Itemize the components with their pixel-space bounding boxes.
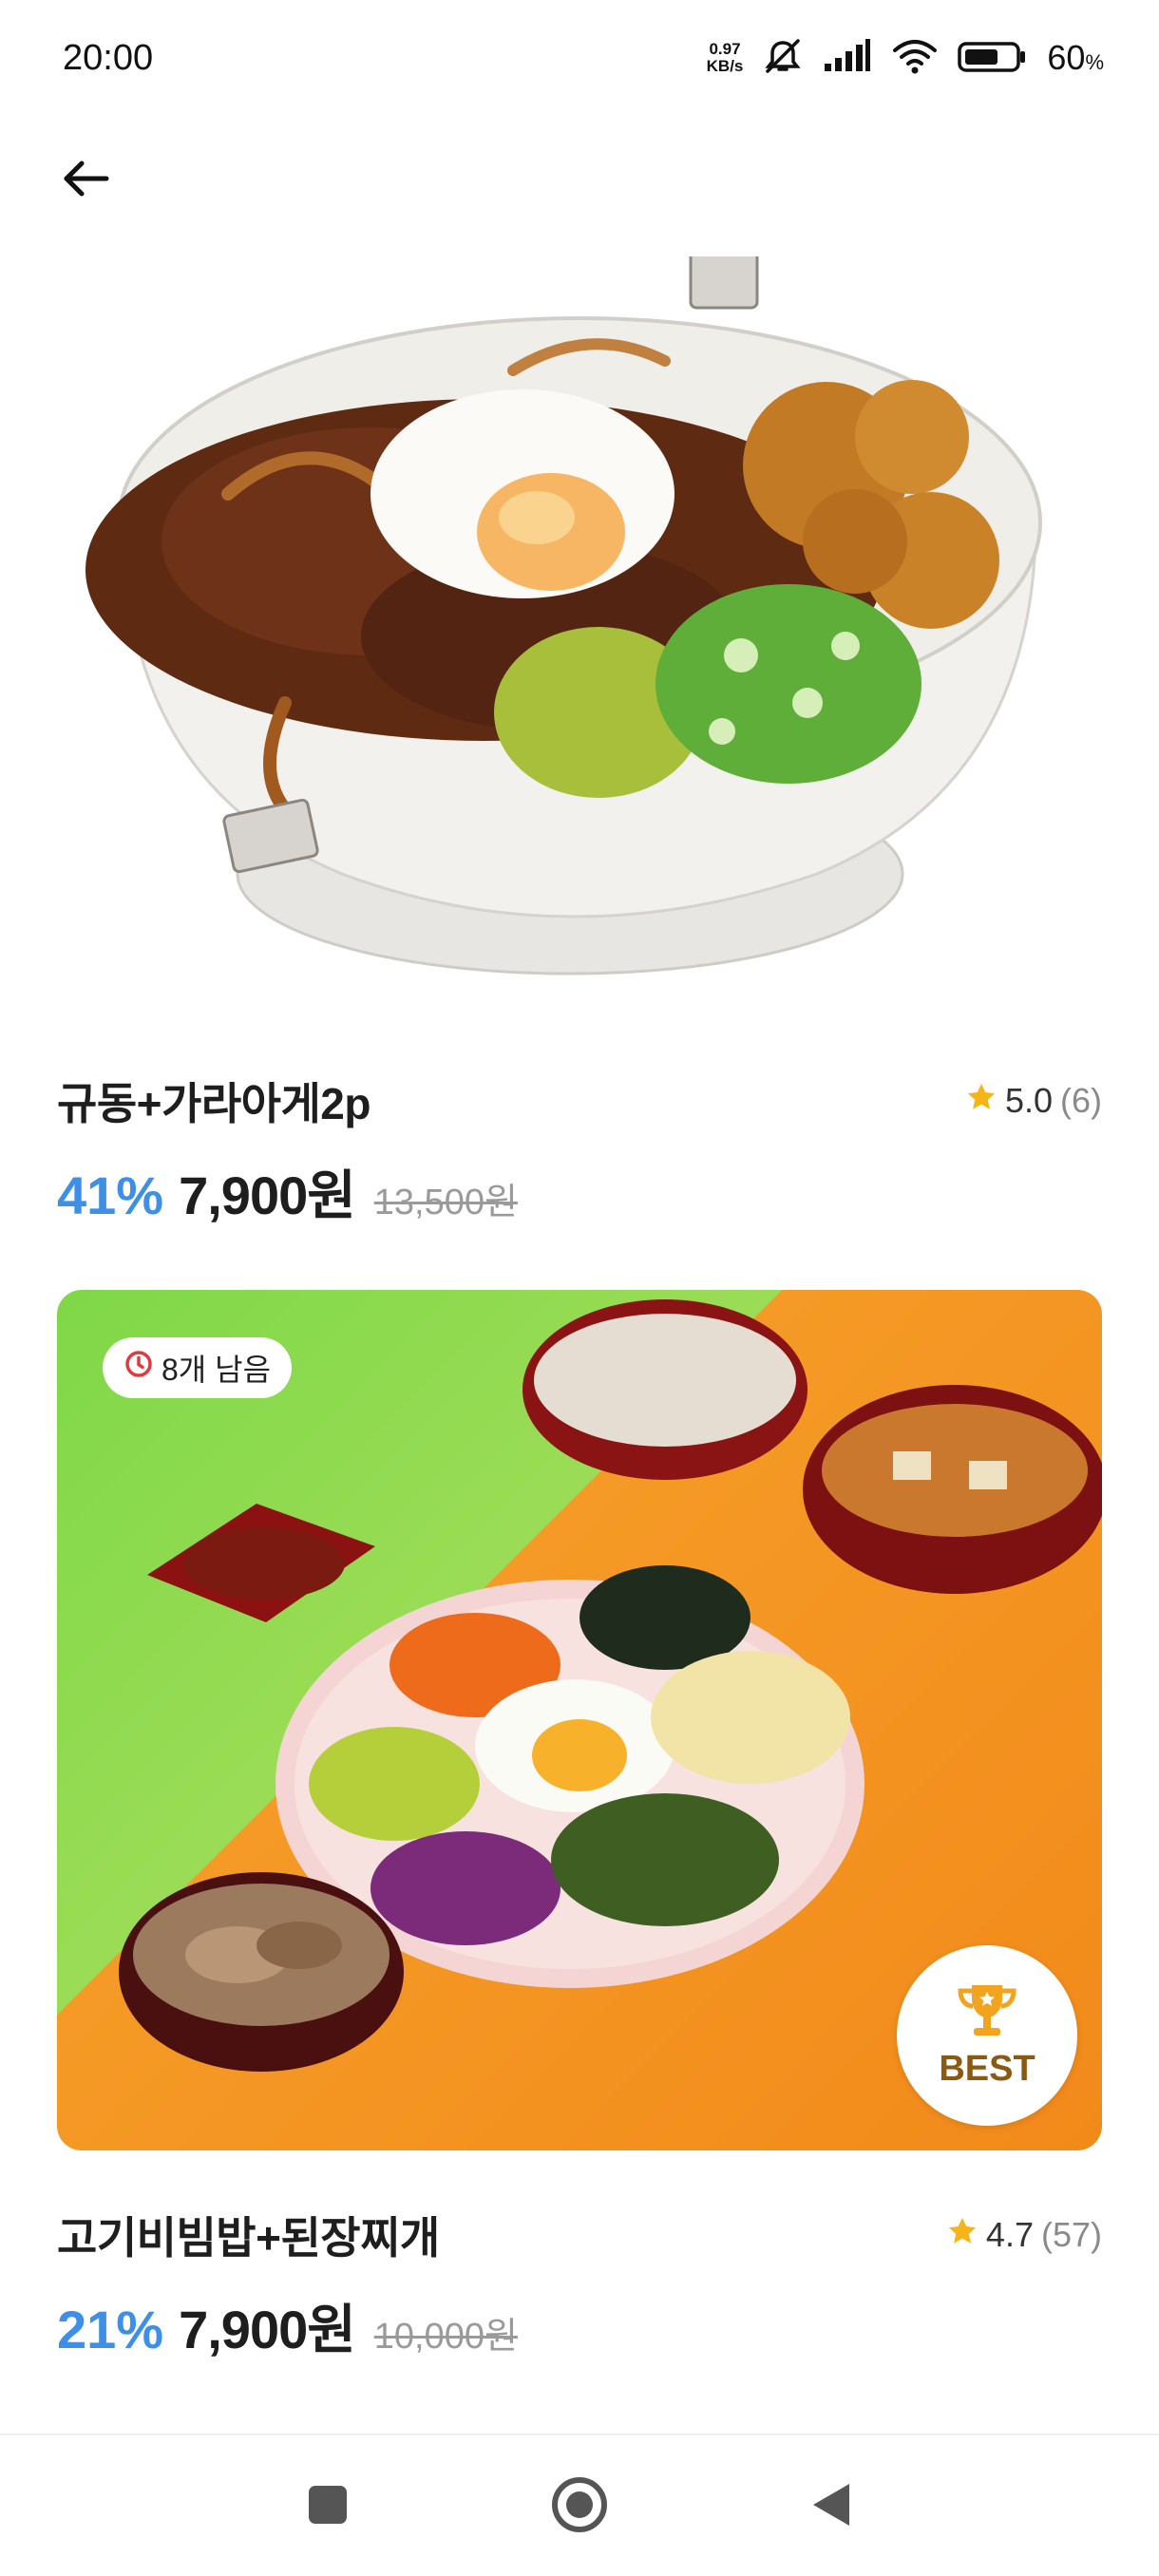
signal-icon bbox=[823, 37, 872, 80]
star-icon bbox=[946, 2215, 978, 2256]
status-icons: 0.97 KB/s 60% bbox=[707, 36, 1104, 80]
status-time: 20:00 bbox=[63, 38, 154, 78]
mute-icon bbox=[762, 37, 804, 80]
back-icon bbox=[809, 2481, 853, 2533]
product-title[interactable]: 고기비빔밥+된장찌개 bbox=[57, 2204, 440, 2266]
product-image-bibimbap[interactable]: 8개 남음 BEST bbox=[57, 1290, 1102, 2150]
rating-value: 4.7 bbox=[985, 2215, 1034, 2254]
price-row: 41% 7,900원 13,500원 bbox=[57, 1153, 1102, 1230]
system-nav-bar bbox=[0, 2435, 1159, 2576]
net-speed: 0.97 KB/s bbox=[707, 41, 744, 75]
status-bar: 20:00 0.97 KB/s 60% bbox=[0, 0, 1159, 122]
star-icon bbox=[965, 1081, 998, 1122]
battery-icon bbox=[958, 37, 1028, 80]
sale-price: 7,900원 bbox=[179, 1165, 356, 1225]
battery-percent: 60% bbox=[1047, 38, 1104, 78]
original-price: 10,000원 bbox=[373, 2317, 518, 2357]
recent-apps-icon bbox=[307, 2484, 349, 2530]
back-button[interactable] bbox=[59, 152, 135, 209]
trophy-icon bbox=[953, 1981, 1021, 2045]
sale-price: 7,900원 bbox=[179, 2300, 356, 2359]
best-badge: BEST bbox=[897, 1945, 1077, 2126]
discount-rate: 41% bbox=[57, 1165, 164, 1225]
battery-percent-unit: % bbox=[1085, 50, 1104, 74]
home-button[interactable] bbox=[537, 2464, 622, 2549]
original-price: 13,500원 bbox=[373, 1183, 518, 1222]
nav-back-button[interactable] bbox=[788, 2464, 874, 2549]
stock-badge: 8개 남음 bbox=[103, 1337, 293, 1398]
review-count: (6) bbox=[1060, 1081, 1102, 1120]
net-speed-value: 0.97 bbox=[709, 40, 741, 58]
product-rating: 5.0 (6) bbox=[965, 1081, 1102, 1122]
net-speed-unit: KB/s bbox=[706, 57, 744, 75]
best-label: BEST bbox=[939, 2049, 1036, 2089]
battery-percent-value: 60 bbox=[1047, 38, 1086, 77]
clock-icon bbox=[124, 1349, 154, 1387]
discount-rate: 21% bbox=[57, 2300, 164, 2359]
rating-value: 5.0 bbox=[1004, 1081, 1053, 1120]
product-title[interactable]: 규동+가라아게2p bbox=[57, 1070, 370, 1132]
gyudon-bowl-illustration bbox=[86, 256, 1042, 975]
review-count: (57) bbox=[1040, 2215, 1102, 2254]
wifi-icon bbox=[891, 37, 939, 80]
product-card[interactable]: 규동+가라아게2p 5.0 (6) 41% 7,900원 13,500원 bbox=[57, 256, 1102, 1230]
product-title-row: 규동+가라아게2p 5.0 (6) bbox=[57, 1070, 1102, 1132]
arrow-left-icon bbox=[59, 156, 112, 206]
price-row: 21% 7,900원 10,000원 bbox=[57, 2287, 1102, 2364]
product-rating: 4.7 (57) bbox=[946, 2215, 1102, 2256]
product-title-row: 고기비빔밥+된장찌개 4.7 (57) bbox=[57, 2204, 1102, 2266]
product-card[interactable]: 8개 남음 BEST 고기비빔밥+된장찌개 4.7 (57) 21% 7,900… bbox=[57, 1290, 1102, 2364]
home-icon bbox=[550, 2475, 609, 2539]
product-image-gyudon[interactable] bbox=[57, 256, 1102, 1016]
recent-apps-button[interactable] bbox=[285, 2464, 370, 2549]
stock-remaining-text: 8개 남음 bbox=[162, 1353, 272, 1387]
